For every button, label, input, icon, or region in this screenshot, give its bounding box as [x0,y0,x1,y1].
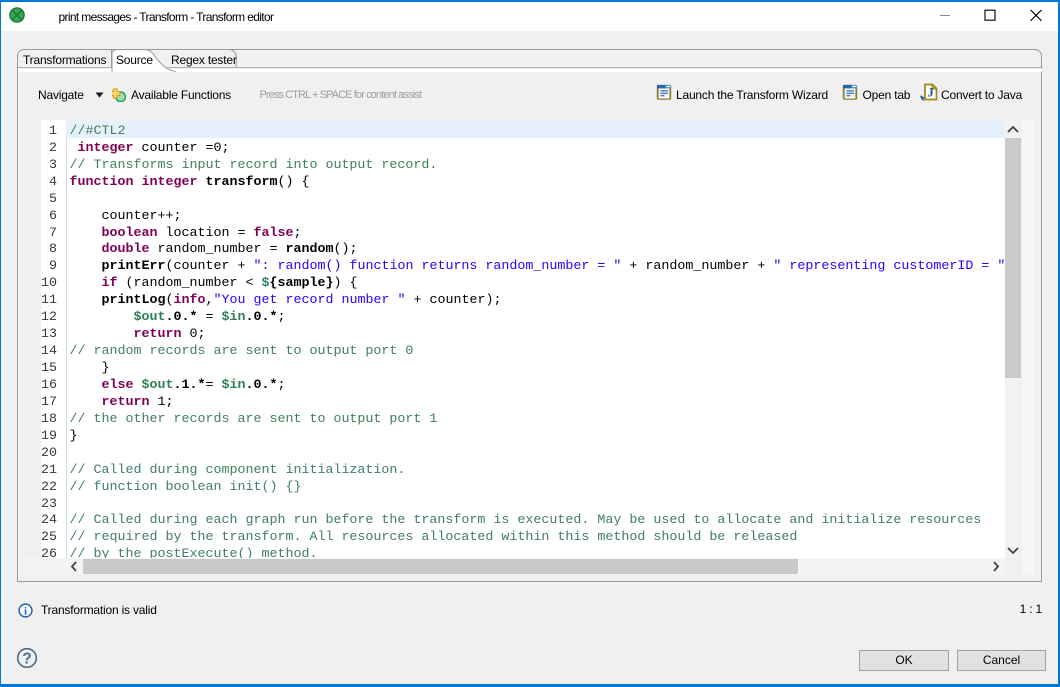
svg-text:J: J [927,85,934,100]
svg-text:?: ? [22,651,31,668]
svg-text:i: i [24,605,27,617]
